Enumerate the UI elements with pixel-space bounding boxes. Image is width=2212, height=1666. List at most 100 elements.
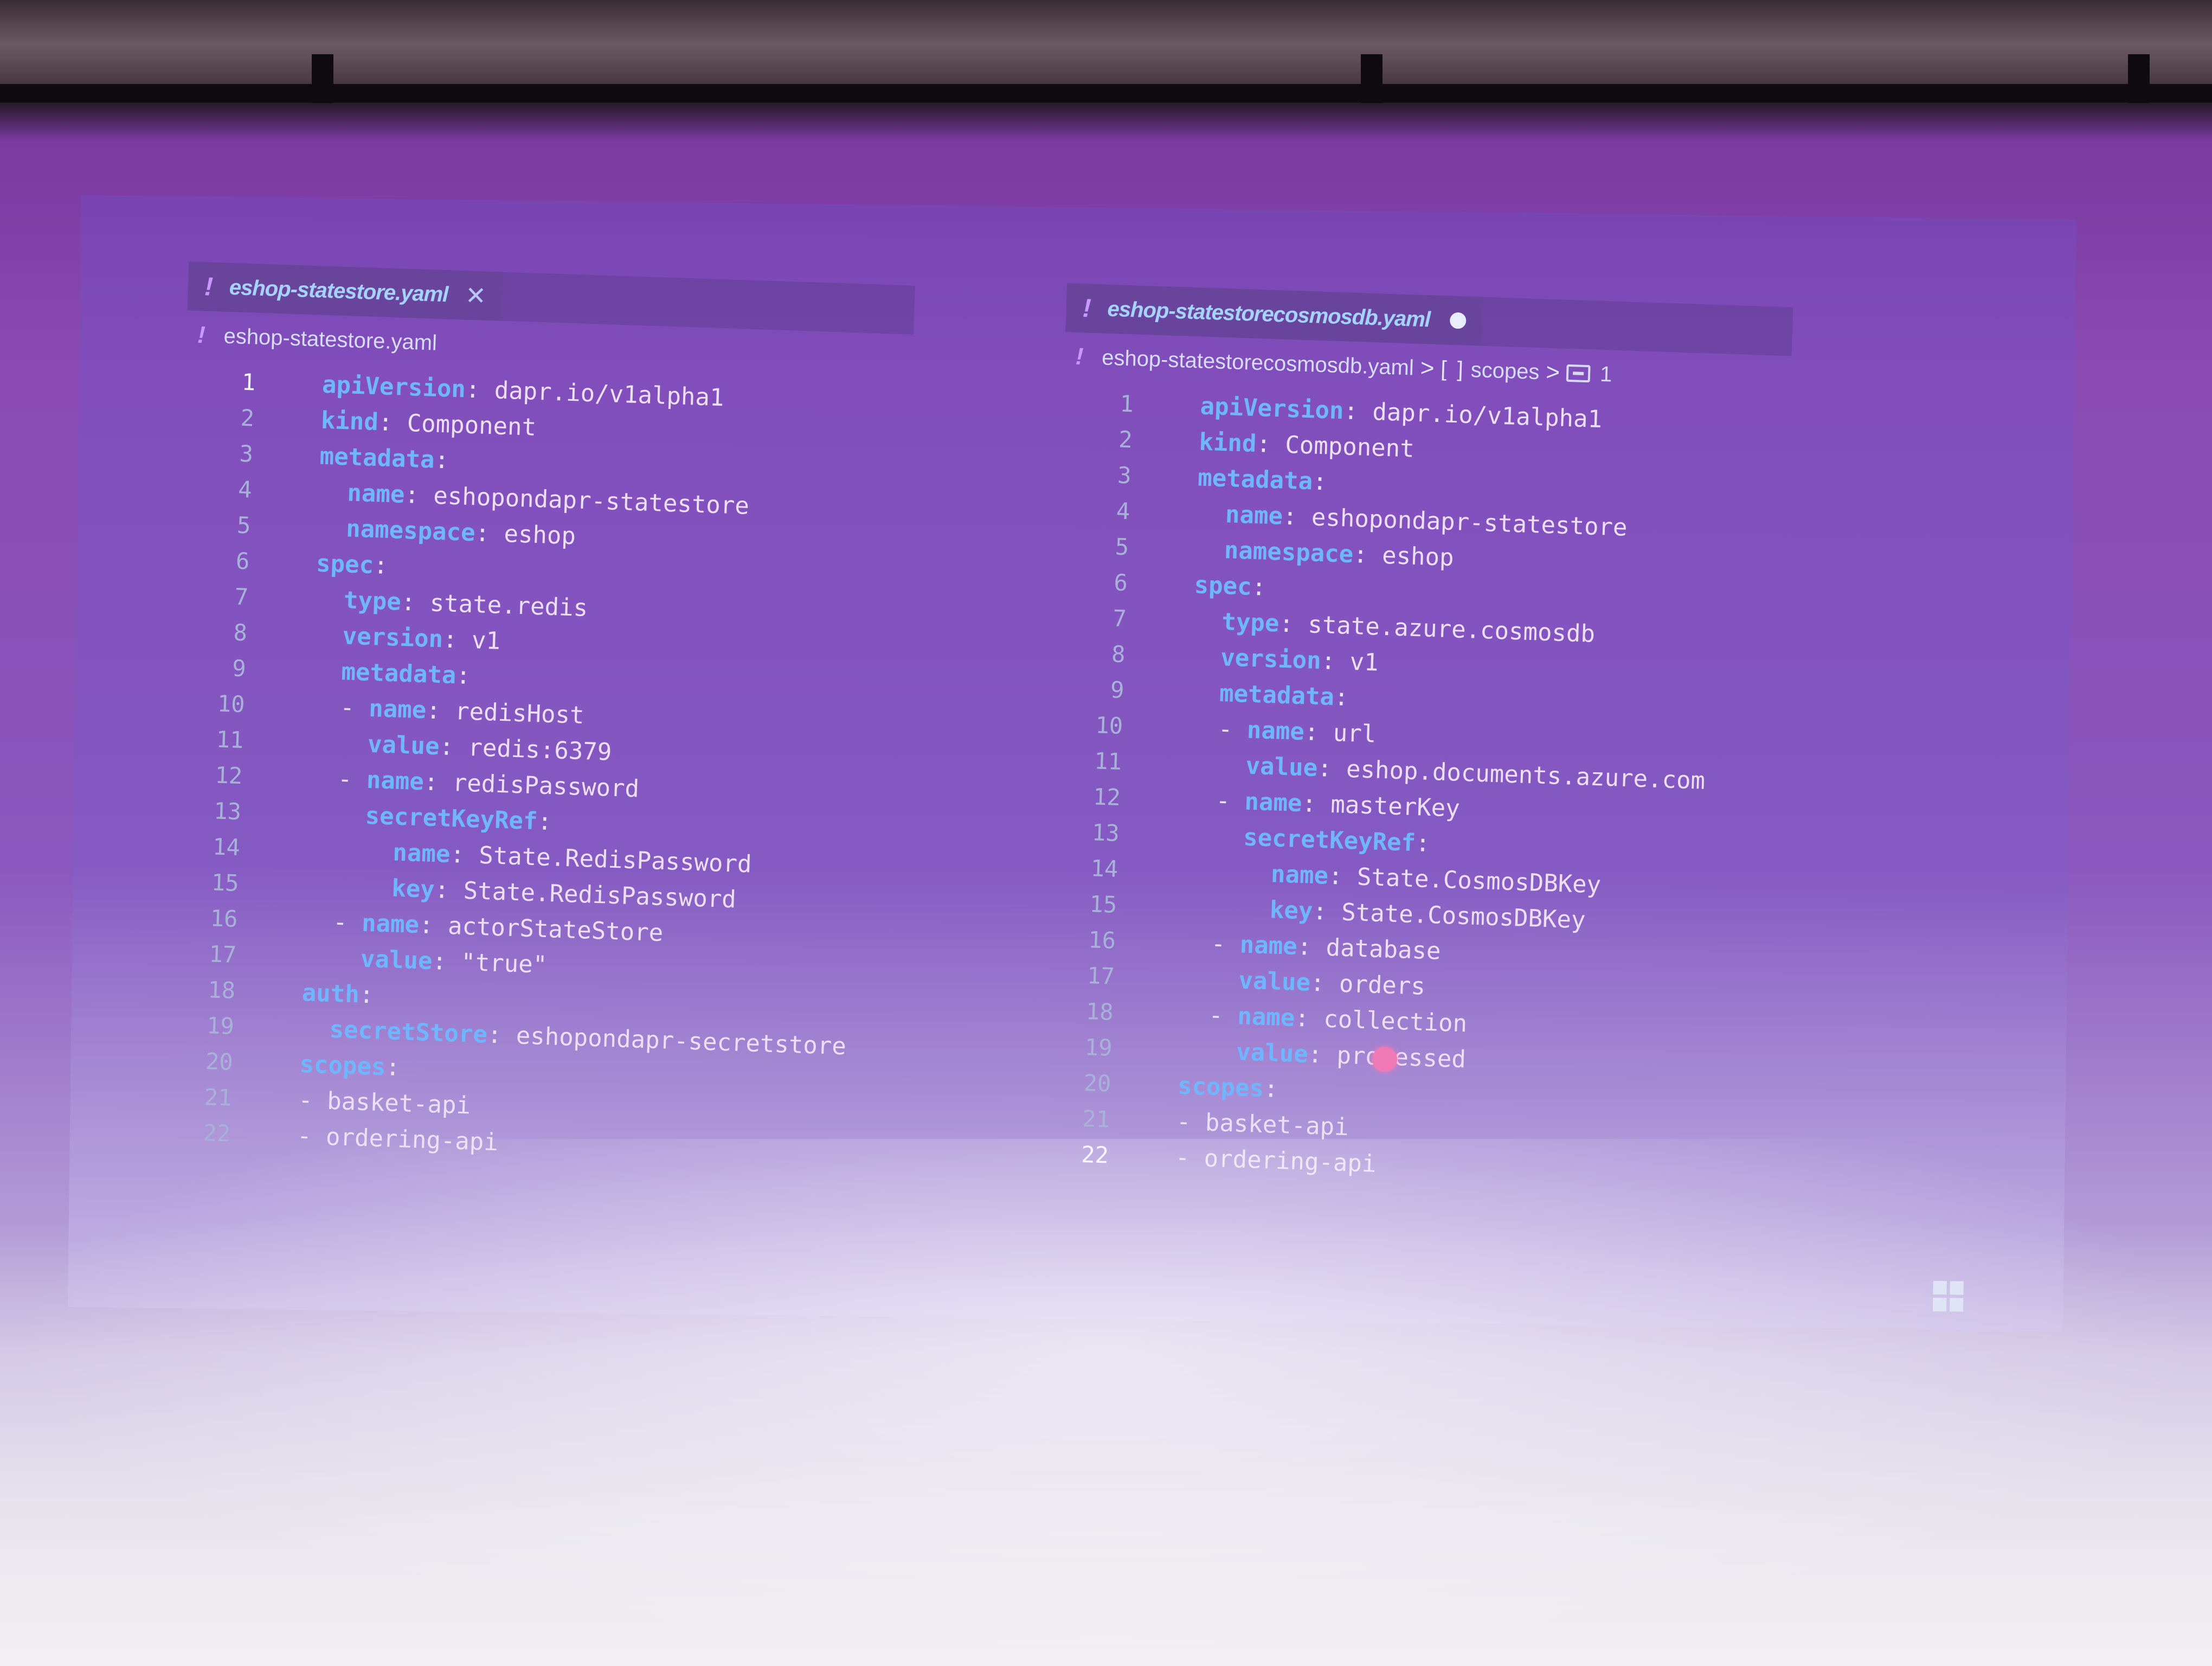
yaml-key: version	[1220, 643, 1322, 675]
yaml-value: state.redis	[429, 589, 588, 622]
breadcrumb: ! eshop-statestore.yaml	[197, 316, 438, 362]
yaml-value: v1	[471, 626, 501, 655]
yaml-key: key	[1269, 895, 1314, 925]
yaml-separator: :	[426, 696, 456, 725]
line-number: 19	[1084, 1033, 1113, 1061]
yaml-value: dapr.io/v1alpha1	[1372, 398, 1603, 433]
yaml-value: database	[1325, 933, 1442, 965]
line-number: 12	[1092, 783, 1121, 811]
line-number: 4	[1116, 497, 1131, 524]
yaml-key: name	[1246, 716, 1305, 746]
string-icon	[1566, 364, 1591, 383]
yaml-separator: :	[1312, 467, 1328, 496]
yaml-separator: :	[1301, 789, 1332, 818]
yaml-value: eshop	[503, 520, 576, 550]
yaml-key: name	[1239, 930, 1298, 960]
exclamation-icon: !	[197, 322, 206, 349]
yaml-key: scopes	[1177, 1072, 1264, 1103]
line-number: 1	[241, 368, 256, 396]
yaml-value: eshopondapr-statestore	[433, 482, 750, 520]
yaml-separator: :	[1307, 1040, 1338, 1069]
yaml-separator: :	[1263, 1074, 1279, 1103]
yaml-value: basket-api	[326, 1087, 471, 1120]
yaml-separator: :	[434, 446, 449, 475]
yaml-value: dapr.io/v1alpha1	[494, 376, 725, 412]
line-number: 14	[1090, 854, 1119, 882]
code-area[interactable]: 1 apiVersion: dapr.io/v1alpha1 2 kind: Co…	[1038, 383, 1718, 1192]
line-number: 21	[1082, 1105, 1110, 1133]
yaml-value: State.CosmosDBKey	[1356, 863, 1602, 899]
yaml-separator: :	[1304, 717, 1334, 747]
line-number: 2	[240, 404, 255, 432]
yaml-key: metadata	[319, 442, 435, 474]
yaml-value: eshopondapr-secretstore	[516, 1021, 847, 1060]
line-number: 19	[206, 1011, 235, 1040]
code-area[interactable]: 1 apiVersion: dapr.io/v1alpha1 2 kind: Co…	[159, 362, 868, 1171]
yaml-value: redisPassword	[452, 768, 640, 803]
breadcrumb-item[interactable]: 1	[1599, 362, 1612, 387]
yaml-separator: :	[439, 732, 469, 761]
line-number: 5	[236, 511, 252, 539]
yaml-separator: :	[474, 518, 505, 548]
breadcrumb-scope[interactable]: scopes	[1470, 358, 1540, 385]
yaml-separator: :	[423, 767, 453, 797]
yaml-separator: :	[442, 625, 472, 654]
yaml-separator: :	[1310, 969, 1340, 998]
yaml-value: basket-api	[1205, 1108, 1349, 1141]
indent: -	[269, 1085, 328, 1115]
yaml-value: v1	[1349, 648, 1379, 677]
line-number: 11	[215, 726, 245, 753]
line-number: 1	[1119, 390, 1134, 417]
yaml-value: orders	[1339, 970, 1426, 1001]
yaml-value: actorStateStore	[447, 912, 664, 947]
close-icon[interactable]: ✕	[465, 280, 486, 310]
yaml-value: State.CosmosDBKey	[1341, 898, 1586, 934]
line-number: 16	[210, 904, 239, 932]
line-number: 7	[234, 583, 249, 610]
yaml-key: scopes	[299, 1050, 387, 1081]
exclamation-icon: !	[1082, 293, 1092, 323]
indent: -	[1160, 713, 1248, 744]
array-icon: [ ]	[1440, 356, 1466, 382]
line-number: 7	[1112, 604, 1127, 632]
tab-title: eshop-statestorecosmosdb.yaml	[1107, 297, 1431, 331]
yaml-separator: :	[1320, 646, 1351, 676]
yaml-key: spec	[1193, 571, 1252, 601]
breadcrumb-file[interactable]: eshop-statestorecosmosdb.yaml	[1102, 345, 1414, 380]
chevron-right-icon: >	[1545, 358, 1560, 386]
line-number: 8	[233, 619, 248, 646]
yaml-separator: :	[537, 807, 552, 836]
yaml-key: key	[391, 874, 435, 904]
exclamation-icon: !	[1075, 343, 1084, 370]
screen-glare	[0, 1139, 2212, 1666]
line-number: 15	[211, 868, 240, 896]
yaml-value: masterKey	[1330, 790, 1461, 823]
indent: -	[275, 906, 363, 937]
yaml-key: apiVersion	[1199, 392, 1345, 425]
right-editor-tab[interactable]: ! eshop-statestorecosmosdb.yaml	[1065, 283, 1483, 346]
breadcrumb-file[interactable]: eshop-statestore.yaml	[223, 324, 438, 355]
line-number: 10	[1095, 711, 1123, 739]
yaml-separator: :	[1294, 1004, 1324, 1033]
line-number: 13	[1091, 818, 1120, 847]
yaml-key: secretStore	[329, 1015, 488, 1048]
yaml-separator: :	[419, 911, 448, 940]
yaml-key: name	[1244, 787, 1303, 817]
yaml-separator: :	[401, 588, 430, 617]
dirty-dot-icon[interactable]	[1449, 312, 1467, 329]
yaml-separator: :	[378, 408, 408, 437]
right-editor: ! eshop-statestorecosmosdb.yaml ! eshop-…	[1037, 283, 1853, 1231]
left-editor-tab[interactable]: ! eshop-statestore.yaml ✕	[187, 261, 504, 321]
